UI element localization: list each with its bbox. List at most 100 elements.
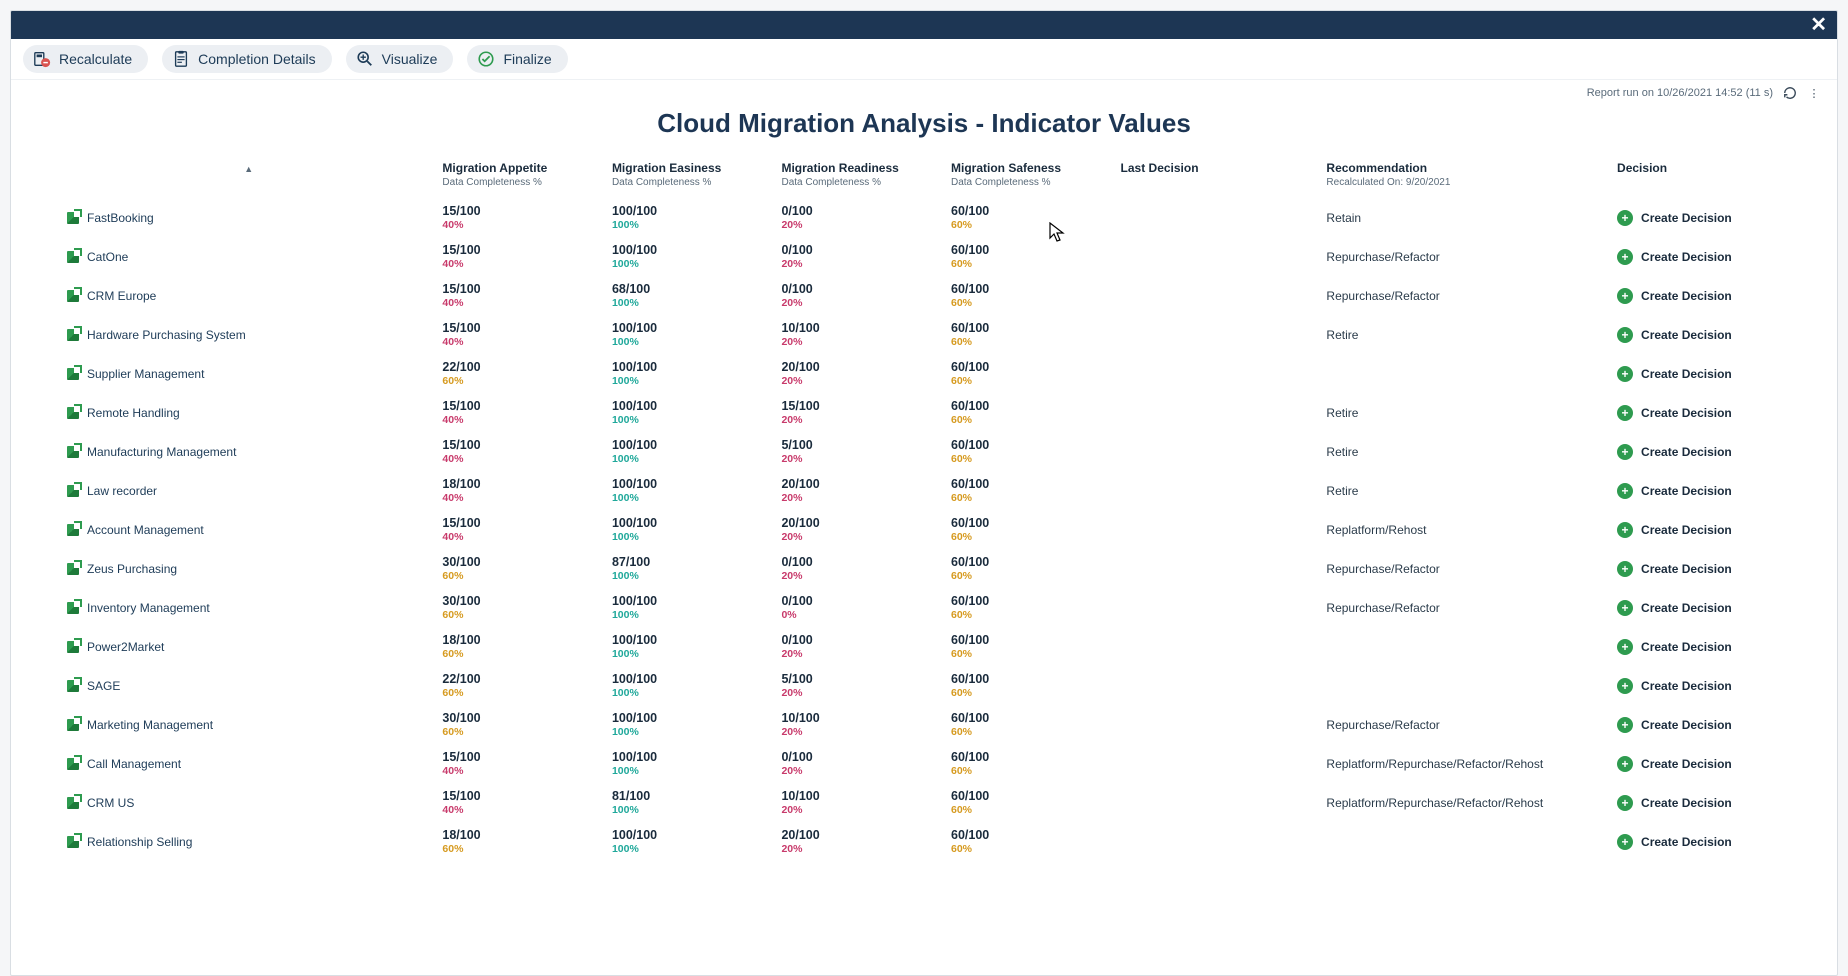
app-link[interactable]: Law recorder — [67, 484, 430, 498]
table-row: Zeus Purchasing 30/10060% 87/100100% 0/1… — [61, 549, 1817, 588]
create-decision-button[interactable]: +Create Decision — [1617, 756, 1732, 772]
app-link[interactable]: Inventory Management — [67, 601, 430, 615]
table-row: FastBooking 15/10040% 100/100100% 0/1002… — [61, 198, 1817, 237]
appetite-pct: 40% — [442, 531, 600, 543]
appetite-score: 15/100 — [442, 399, 600, 413]
app-link[interactable]: CatOne — [67, 250, 430, 264]
more-vertical-icon[interactable]: ⋮ — [1807, 86, 1821, 100]
recommendation-cell: Repurchase/Refactor — [1320, 549, 1611, 588]
app-link[interactable]: Power2Market — [67, 640, 430, 654]
last-decision-cell — [1115, 315, 1321, 354]
recommendation-cell — [1320, 666, 1611, 705]
create-decision-button[interactable]: +Create Decision — [1617, 327, 1732, 343]
refresh-icon[interactable] — [1783, 86, 1797, 100]
col-name[interactable]: ▲ — [61, 155, 436, 198]
col-last-decision[interactable]: Last Decision — [1115, 155, 1321, 198]
app-icon — [67, 446, 79, 458]
recalculate-button[interactable]: Recalculate — [23, 45, 148, 73]
create-decision-button[interactable]: +Create Decision — [1617, 522, 1732, 538]
create-decision-label: Create Decision — [1641, 289, 1732, 303]
create-decision-button[interactable]: +Create Decision — [1617, 678, 1732, 694]
app-link[interactable]: Relationship Selling — [67, 835, 430, 849]
recommendation-cell — [1320, 354, 1611, 393]
last-decision-cell — [1115, 627, 1321, 666]
app-name: Relationship Selling — [87, 835, 192, 849]
create-decision-button[interactable]: +Create Decision — [1617, 717, 1732, 733]
create-decision-button[interactable]: +Create Decision — [1617, 600, 1732, 616]
col-safeness[interactable]: Migration SafenessData Completeness % — [945, 155, 1115, 198]
app-icon — [67, 563, 79, 575]
plus-circle-icon: + — [1617, 678, 1633, 694]
readiness-pct: 20% — [781, 726, 939, 738]
create-decision-button[interactable]: +Create Decision — [1617, 795, 1732, 811]
app-link[interactable]: Manufacturing Management — [67, 445, 430, 459]
easiness-score: 100/100 — [612, 243, 770, 257]
readiness-score: 10/100 — [781, 321, 939, 335]
app-icon — [67, 524, 79, 536]
safeness-score: 60/100 — [951, 750, 1109, 764]
create-decision-button[interactable]: +Create Decision — [1617, 210, 1732, 226]
app-link[interactable]: CRM US — [67, 796, 430, 810]
readiness-score: 0/100 — [781, 282, 939, 296]
col-easiness[interactable]: Migration EasinessData Completeness % — [606, 155, 776, 198]
readiness-score: 5/100 — [781, 672, 939, 686]
close-icon[interactable]: ✕ — [1810, 15, 1827, 35]
easiness-pct: 100% — [612, 804, 770, 816]
analysis-table-container[interactable]: ▲ Migration AppetiteData Completeness % … — [11, 155, 1837, 975]
app-link[interactable]: CRM Europe — [67, 289, 430, 303]
create-decision-label: Create Decision — [1641, 445, 1732, 459]
app-link[interactable]: Zeus Purchasing — [67, 562, 430, 576]
readiness-pct: 0% — [781, 609, 939, 621]
create-decision-button[interactable]: +Create Decision — [1617, 249, 1732, 265]
app-icon — [67, 251, 79, 263]
create-decision-button[interactable]: +Create Decision — [1617, 405, 1732, 421]
easiness-pct: 100% — [612, 648, 770, 660]
readiness-pct: 20% — [781, 375, 939, 387]
recommendation-cell: Replatform/Rehost — [1320, 510, 1611, 549]
readiness-pct: 20% — [781, 219, 939, 231]
create-decision-button[interactable]: +Create Decision — [1617, 834, 1732, 850]
easiness-pct: 100% — [612, 258, 770, 270]
safeness-score: 60/100 — [951, 789, 1109, 803]
col-decision[interactable]: Decision — [1611, 155, 1817, 198]
app-link[interactable]: Call Management — [67, 757, 430, 771]
app-link[interactable]: Hardware Purchasing System — [67, 328, 430, 342]
app-link[interactable]: Account Management — [67, 523, 430, 537]
appetite-score: 15/100 — [442, 243, 600, 257]
app-link[interactable]: FastBooking — [67, 211, 430, 225]
appetite-pct: 60% — [442, 570, 600, 582]
report-run-text: Report run on 10/26/2021 14:52 (11 s) — [1587, 87, 1773, 99]
app-link[interactable]: Remote Handling — [67, 406, 430, 420]
readiness-score: 0/100 — [781, 750, 939, 764]
app-icon — [67, 797, 79, 809]
col-recommendation[interactable]: RecommendationRecalculated On: 9/20/2021 — [1320, 155, 1611, 198]
safeness-pct: 60% — [951, 726, 1109, 738]
create-decision-button[interactable]: +Create Decision — [1617, 366, 1732, 382]
safeness-score: 60/100 — [951, 672, 1109, 686]
app-name: Manufacturing Management — [87, 445, 236, 459]
create-decision-button[interactable]: +Create Decision — [1617, 444, 1732, 460]
create-decision-button[interactable]: +Create Decision — [1617, 561, 1732, 577]
finalize-button[interactable]: Finalize — [467, 45, 567, 73]
plus-circle-icon: + — [1617, 405, 1633, 421]
create-decision-button[interactable]: +Create Decision — [1617, 639, 1732, 655]
completion-details-button[interactable]: Completion Details — [162, 45, 332, 73]
app-link[interactable]: Marketing Management — [67, 718, 430, 732]
recommendation-cell: Retire — [1320, 393, 1611, 432]
readiness-score: 0/100 — [781, 243, 939, 257]
create-decision-label: Create Decision — [1641, 718, 1732, 732]
readiness-score: 0/100 — [781, 555, 939, 569]
easiness-score: 100/100 — [612, 204, 770, 218]
analysis-modal: ✕ Recalculate Completion Details Visuali… — [10, 10, 1838, 976]
col-readiness[interactable]: Migration ReadinessData Completeness % — [775, 155, 945, 198]
col-appetite[interactable]: Migration AppetiteData Completeness % — [436, 155, 606, 198]
app-link[interactable]: Supplier Management — [67, 367, 430, 381]
easiness-score: 81/100 — [612, 789, 770, 803]
recommendation-cell: Replatform/Repurchase/Refactor/Rehost — [1320, 744, 1611, 783]
create-decision-button[interactable]: +Create Decision — [1617, 483, 1732, 499]
create-decision-button[interactable]: +Create Decision — [1617, 288, 1732, 304]
plus-circle-icon: + — [1617, 483, 1633, 499]
safeness-pct: 60% — [951, 219, 1109, 231]
visualize-button[interactable]: Visualize — [346, 45, 454, 73]
app-link[interactable]: SAGE — [67, 679, 430, 693]
